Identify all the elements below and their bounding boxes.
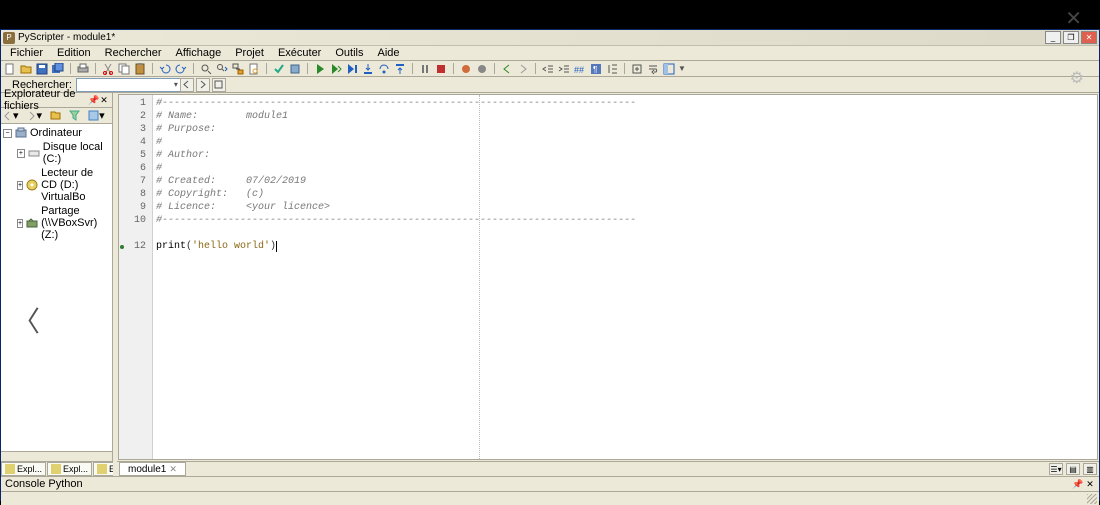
redo-icon[interactable] (175, 63, 187, 75)
filter-icon[interactable] (69, 110, 80, 121)
editor-tab-label: module1 (128, 464, 166, 475)
line-numbers-icon[interactable] (606, 63, 618, 75)
paste-icon[interactable] (134, 63, 146, 75)
menu-rechercher[interactable]: Rechercher (98, 46, 169, 60)
console-panel-header: Console Python 📌 ✕ (1, 476, 1099, 491)
tab-close-icon[interactable]: ✕ (169, 464, 177, 475)
folder-icon[interactable] (50, 110, 61, 121)
nav-back-icon[interactable] (501, 63, 513, 75)
step-over-icon[interactable] (378, 63, 390, 75)
sidebar-tab-1[interactable]: Expl... (47, 462, 92, 476)
new-file-icon[interactable] (4, 63, 16, 75)
open-file-icon[interactable] (20, 63, 32, 75)
syntax-check-icon[interactable] (273, 63, 285, 75)
split-vertical-icon[interactable]: ▥ (1083, 463, 1097, 475)
pyscripter-window: P PyScripter - module1* _ ❐ ✕ Fichier Ed… (0, 29, 1100, 501)
tree-item[interactable]: +Lecteur de CD (D:) VirtualBo (3, 166, 110, 204)
tree-item[interactable]: +Partage (\\VBoxSvr) (Z:) (3, 204, 110, 242)
tree-root[interactable]: −Ordinateur (3, 126, 110, 140)
run-icon[interactable] (314, 63, 326, 75)
sidebar-hscroll[interactable] (1, 451, 112, 461)
editor-tab-module1[interactable]: module1 ✕ (119, 462, 186, 476)
menu-fichier[interactable]: Fichier (3, 46, 50, 60)
save-all-icon[interactable] (52, 63, 64, 75)
python-engine-icon[interactable] (460, 63, 472, 75)
menu-projet[interactable]: Projet (228, 46, 271, 60)
overlay-close-icon[interactable]: ✕ (1065, 6, 1082, 31)
minimize-button[interactable]: _ (1045, 31, 1061, 44)
outdent-icon[interactable] (542, 63, 554, 75)
nav-fwd-icon[interactable] (517, 63, 529, 75)
menu-affichage[interactable]: Affichage (169, 46, 229, 60)
nav-fwd-icon[interactable]: ▾ (27, 109, 43, 122)
svg-text:##: ## (574, 65, 584, 75)
menu-aide[interactable]: Aide (370, 46, 406, 60)
code-editor[interactable]: 1234567891012 #-------------------------… (118, 94, 1098, 460)
cut-icon[interactable] (102, 63, 114, 75)
explorer-opts-icon[interactable]: ▾ (88, 109, 105, 122)
console-pin-icon[interactable]: 📌 (1072, 479, 1082, 489)
run-external-icon[interactable] (330, 63, 342, 75)
step-into-icon[interactable] (362, 63, 374, 75)
debug-icon[interactable] (346, 63, 358, 75)
reinit-icon[interactable] (476, 63, 488, 75)
file-tree: −Ordinateur+Disque local (C:)+Lecteur de… (1, 124, 112, 451)
find-icon[interactable] (200, 63, 212, 75)
save-icon[interactable] (36, 63, 48, 75)
search-toolbar: Rechercher: ▾ (1, 77, 1099, 93)
print-icon[interactable] (77, 63, 89, 75)
tab-list-icon[interactable]: ☰▾ (1049, 463, 1063, 475)
console-close-icon[interactable]: ✕ (1085, 479, 1095, 489)
tree-item[interactable]: +Disque local (C:) (3, 140, 110, 166)
code-folding-icon[interactable] (631, 63, 643, 75)
close-button[interactable]: ✕ (1081, 31, 1097, 44)
main-toolbar: ## ¶ ▼ (1, 61, 1099, 77)
undo-icon[interactable] (159, 63, 171, 75)
titlebar: P PyScripter - module1* _ ❐ ✕ (1, 30, 1099, 46)
step-out-icon[interactable] (394, 63, 406, 75)
split-horizontal-icon[interactable]: ▤ (1066, 463, 1080, 475)
menubar: Fichier Edition Rechercher Affichage Pro… (1, 46, 1099, 61)
special-chars-icon[interactable]: ¶ (590, 63, 602, 75)
maximize-button[interactable]: ❐ (1063, 31, 1079, 44)
pause-icon[interactable] (419, 63, 431, 75)
prev-arrow-icon[interactable]: 〈 (12, 300, 40, 340)
app-icon: P (3, 32, 15, 44)
stop-icon[interactable] (435, 63, 447, 75)
word-wrap-icon[interactable] (647, 63, 659, 75)
search-next-icon[interactable] (196, 78, 210, 92)
find-next-icon[interactable] (216, 63, 228, 75)
panel-close-icon[interactable]: ✕ (99, 95, 109, 105)
window-title: PyScripter - module1* (18, 32, 115, 43)
status-bar (1, 491, 1099, 505)
comment-icon[interactable]: ## (574, 63, 586, 75)
search-prev-icon[interactable] (180, 78, 194, 92)
replace-icon[interactable] (232, 63, 244, 75)
gear-icon[interactable]: ⚙ (1070, 68, 1084, 88)
panel-pin-icon[interactable]: 📌 (88, 95, 98, 105)
file-explorer-panel: Explorateur de fichiers 📌 ✕ ▾ ▾ ▾ −Ordin… (1, 93, 113, 476)
copy-icon[interactable] (118, 63, 130, 75)
search-options-icon[interactable] (212, 78, 226, 92)
sidebar-tab-0[interactable]: Expl... (1, 462, 46, 476)
search-input[interactable] (76, 78, 186, 92)
menu-edition[interactable]: Edition (50, 46, 98, 60)
nav-back-icon[interactable]: ▾ (3, 109, 19, 122)
menu-outils[interactable]: Outils (328, 46, 370, 60)
indent-icon[interactable] (558, 63, 570, 75)
console-title: Console Python (5, 478, 83, 490)
layouts-icon[interactable] (663, 63, 675, 75)
menu-executer[interactable]: Exécuter (271, 46, 328, 60)
import-module-icon[interactable] (289, 63, 301, 75)
find-in-files-icon[interactable] (248, 63, 260, 75)
svg-text:¶: ¶ (593, 65, 597, 74)
